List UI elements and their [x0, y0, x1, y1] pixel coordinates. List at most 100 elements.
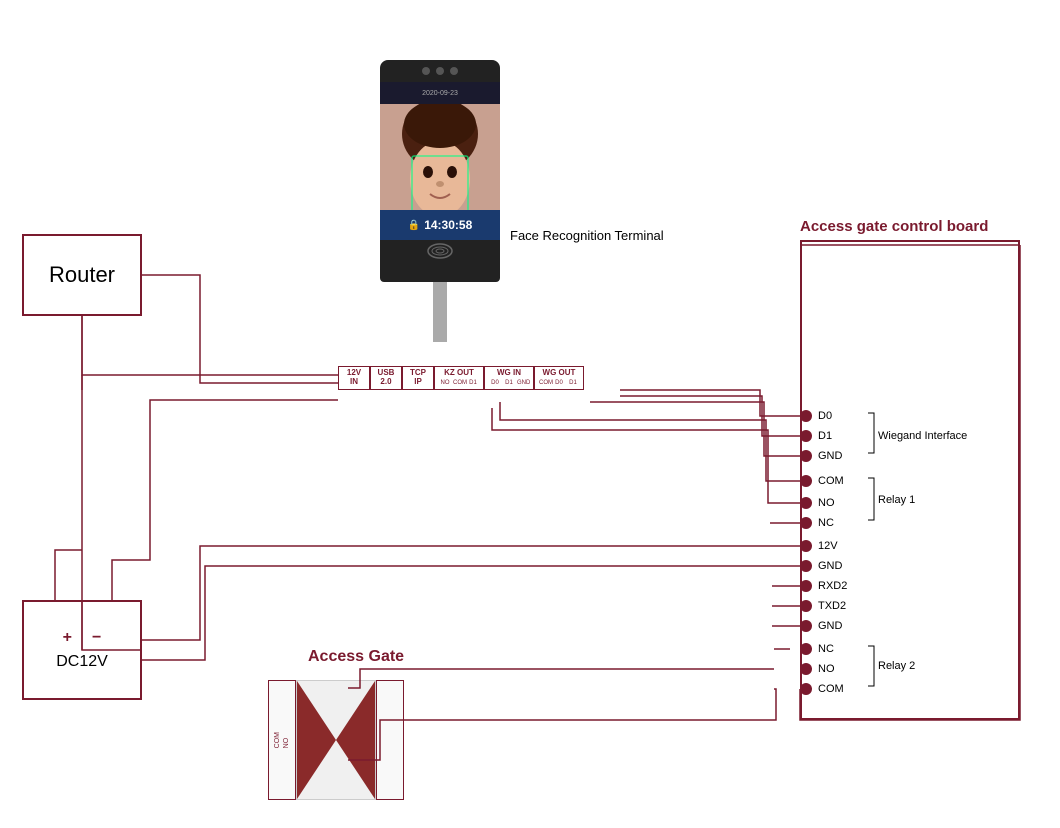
pin-row-no2: NO — [800, 663, 854, 675]
terminal-container: 2020-09-23 — [380, 60, 500, 342]
pin-row-gnd2: GND — [800, 560, 854, 572]
wiegand-interface-label: Wiegand Interface — [878, 430, 967, 442]
terminal-rfid — [380, 240, 500, 262]
pin-d0a: D0 — [489, 380, 501, 386]
pin-label-no1: NO — [818, 497, 854, 509]
pin-dot-nc2 — [800, 643, 812, 655]
router-label: Router — [49, 262, 115, 288]
battery-plus: + — [63, 629, 72, 647]
pin-row-nc2: NC — [800, 643, 854, 655]
battery-terminals: + − — [63, 629, 102, 647]
pin-dot-gnd1 — [800, 450, 812, 462]
pin-dot-gnd2 — [800, 560, 812, 572]
terminal-screen: 2020-09-23 — [380, 82, 500, 262]
terminal-dot-2 — [436, 67, 444, 75]
rfid-icon — [426, 242, 454, 260]
gate-pin-no: NO — [283, 732, 290, 748]
terminal-date: 2020-09-23 — [422, 90, 458, 97]
conn-label-wgout: WG OUT — [543, 369, 576, 378]
conn-board: 12VIN USB2.0 TCPIP KZ OUT NO COM D1 WG I… — [338, 366, 584, 390]
router-box: Router — [22, 234, 142, 316]
terminal-time-bar: 🔒 14:30:58 — [380, 210, 500, 240]
conn-label-wgin: WG IN — [497, 369, 521, 378]
terminal-dot-1 — [422, 67, 430, 75]
pin-label-nc1: NC — [818, 517, 854, 529]
terminal-label: Face Recognition Terminal — [510, 228, 664, 243]
battery-box: + − DC12V — [22, 600, 142, 700]
pin-row-gnd1: GND — [800, 450, 854, 462]
pin-d1b: D1 — [503, 380, 515, 386]
pin-no: NO — [439, 380, 451, 386]
diagram-container: Router 2020-09-23 — [0, 0, 1060, 828]
pin-dot-nc1 — [800, 517, 812, 529]
pin-dot-com2 — [800, 683, 812, 695]
conn-label-12v: 12VIN — [347, 369, 361, 387]
pin-label-12v: 12V — [818, 540, 854, 552]
pin-label-gnd1: GND — [818, 450, 854, 462]
pin-dot-rxd2 — [800, 580, 812, 592]
terminal-top — [380, 60, 500, 82]
pin-dot-txd2 — [800, 600, 812, 612]
conn-section-kz: KZ OUT NO COM D1 — [434, 366, 484, 390]
conn-section-12v: 12VIN — [338, 366, 370, 390]
gate-device: COM NO — [268, 680, 404, 800]
pin-d1a: D1 — [467, 380, 479, 386]
pin-row-nc1: NC — [800, 517, 854, 529]
relay2-label: Relay 2 — [878, 660, 915, 672]
pin-dot-no1 — [800, 497, 812, 509]
gate-panel-labels: COM NO — [274, 732, 290, 748]
conn-pins-kz: NO COM D1 — [439, 380, 479, 386]
pin-label-d0: D0 — [818, 410, 854, 422]
conn-section-wgin: WG IN D0 D1 GND — [484, 366, 534, 390]
conn-section-wgout: WG OUT COM D0 D1 — [534, 366, 584, 390]
terminal-device: 2020-09-23 — [380, 60, 500, 282]
pin-row-12v: 12V — [800, 540, 854, 552]
relay1-label: Relay 1 — [878, 494, 915, 506]
lock-icon: 🔒 — [408, 220, 420, 231]
pin-dot-com — [800, 475, 812, 487]
pin-gnd-a: GND — [517, 380, 529, 386]
conn-section-usb: USB2.0 — [370, 366, 402, 390]
pin-label-com2: COM — [818, 683, 854, 695]
pin-row-d0: D0 — [800, 410, 854, 422]
pin-label-nc2: NC — [818, 643, 854, 655]
pin-row-txd2: TXD2 — [800, 600, 854, 612]
conn-pins-wgin: D0 D1 GND — [489, 380, 529, 386]
pin-row-d1: D1 — [800, 430, 854, 442]
access-gate-label: Access Gate — [308, 648, 404, 666]
pin-row-rxd2: RXD2 — [800, 580, 854, 592]
battery-label: DC12V — [56, 653, 108, 671]
pin-label-d1: D1 — [818, 430, 854, 442]
pin-label-txd2: TXD2 — [818, 600, 854, 612]
terminal-screen-header: 2020-09-23 — [380, 82, 500, 104]
pin-label-no2: NO — [818, 663, 854, 675]
pin-label-gnd2: GND — [818, 560, 854, 572]
gate-wing-left — [297, 681, 336, 799]
gate-wing-right — [336, 681, 375, 799]
battery-minus: − — [92, 629, 101, 647]
pin-d0b: D0 — [553, 380, 565, 386]
pin-row-com: COM — [800, 475, 854, 487]
pin-row-com2: COM — [800, 683, 854, 695]
pin-com2: COM — [539, 380, 551, 386]
terminal-dot-3 — [450, 67, 458, 75]
pin-row-gnd3: GND — [800, 620, 854, 632]
terminal-time: 14:30:58 — [424, 218, 472, 232]
conn-label-tcp: TCPIP — [410, 369, 426, 387]
pin-dot-no2 — [800, 663, 812, 675]
conn-pins-wgout: COM D0 D1 — [539, 380, 579, 386]
pin-dot-12v — [800, 540, 812, 552]
terminal-face-area — [380, 104, 500, 210]
gate-panel-right — [376, 680, 404, 800]
control-board-title: Access gate control board — [800, 218, 988, 235]
conn-section-tcp: TCPIP — [402, 366, 434, 390]
pin-dot-gnd3 — [800, 620, 812, 632]
pin-label-com: COM — [818, 475, 854, 487]
gate-barrier — [296, 680, 376, 800]
pin-label-rxd2: RXD2 — [818, 580, 854, 592]
terminal-pole — [433, 282, 447, 342]
face-svg — [380, 104, 500, 210]
pin-row-no1: NO — [800, 497, 854, 509]
pin-label-gnd3: GND — [818, 620, 854, 632]
gate-pin-com: COM — [274, 732, 281, 748]
